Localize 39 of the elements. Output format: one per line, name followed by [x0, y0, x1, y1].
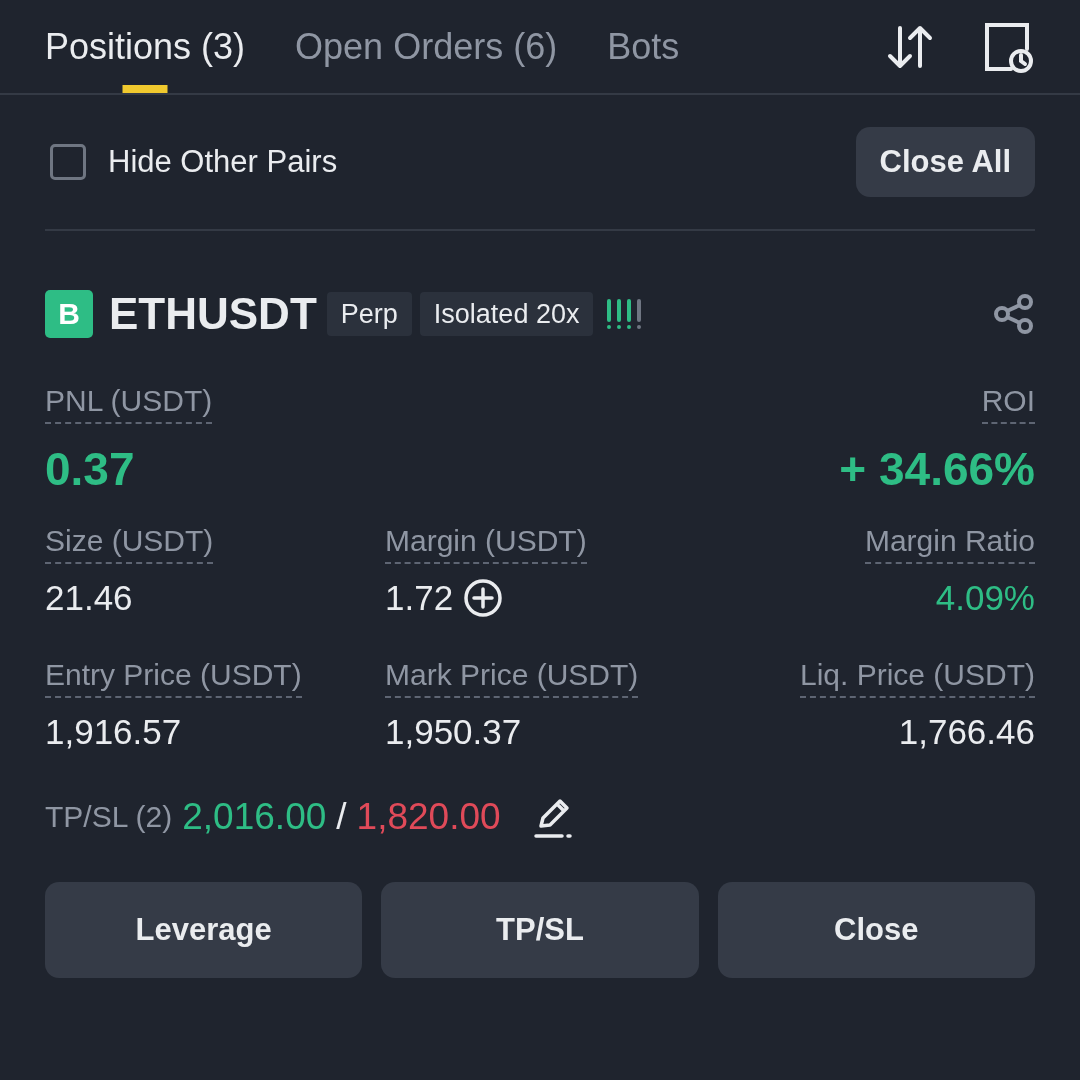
field-label: Liq. Price (USDT) [799, 658, 1035, 698]
tag: Perp [326, 291, 412, 336]
pnl-label: PNL (USDT) [45, 384, 213, 424]
take-profit-price: 2,016.00 [182, 796, 327, 838]
field-value: 1.72 [385, 578, 454, 618]
stop-loss-price: 1,820.00 [356, 796, 501, 838]
add-icon[interactable] [463, 578, 504, 618]
field-value: 1,950.37 [385, 712, 522, 752]
action-button[interactable]: Leverage [45, 882, 363, 978]
share-icon[interactable] [993, 293, 1035, 335]
history-icon[interactable] [983, 20, 1035, 73]
active-tab-indicator [122, 85, 168, 93]
action-button[interactable]: TP/SL [381, 882, 699, 978]
field-value: 1,916.57 [45, 712, 182, 752]
edit-icon[interactable] [532, 796, 575, 838]
field-label: Size (USDT) [45, 524, 214, 564]
side-badge: B [45, 290, 93, 338]
pnl-value: 0.37 [45, 442, 135, 496]
roi-value: + 34.66% [839, 442, 1035, 496]
symbol-title: ETHUSDT [109, 289, 317, 339]
sort-icon[interactable] [887, 23, 933, 70]
field-label: Mark Price (USDT) [385, 658, 639, 698]
close-all-button[interactable]: Close All [855, 127, 1035, 197]
checkbox[interactable] [50, 144, 86, 180]
field-label: Margin Ratio [864, 524, 1035, 564]
tpsl-label: TP/SL (2) [45, 800, 173, 834]
checkbox-label: Hide Other Pairs [108, 144, 339, 180]
field-value: 21.46 [45, 578, 133, 618]
separator: / [336, 796, 347, 838]
field-label: Entry Price (USDT) [45, 658, 302, 698]
tab[interactable]: Bots [607, 0, 680, 93]
field-value: 1,766.46 [898, 712, 1035, 752]
tag: Isolated 20x [419, 291, 594, 336]
tab[interactable]: Open Orders (6) [295, 0, 558, 93]
field-value: 4.09% [935, 578, 1035, 618]
field-label: Margin (USDT) [385, 524, 587, 564]
action-button[interactable]: Close [717, 882, 1035, 978]
roi-label: ROI [981, 384, 1035, 424]
tab[interactable]: Positions (3) [45, 0, 246, 93]
